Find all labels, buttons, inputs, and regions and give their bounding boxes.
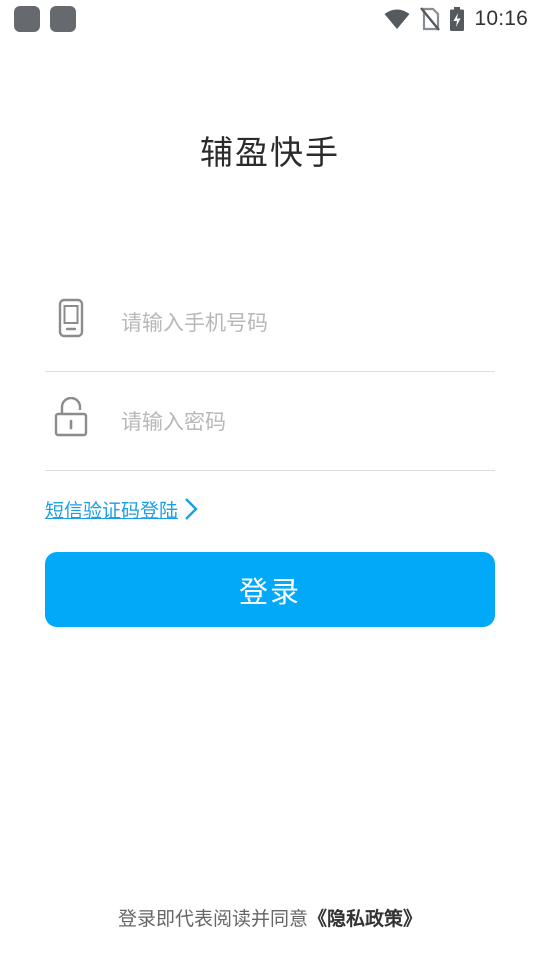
privacy-policy-link[interactable]: 《隐私政策》: [308, 908, 422, 930]
phone-icon: [58, 298, 84, 338]
agreement-text: 登录即代表阅读并同意《隐私政策》: [0, 904, 540, 931]
notification-icon: [14, 6, 40, 32]
phone-field-row: [45, 272, 495, 372]
login-screen: 10:16 辅盈快手 短信验证码登陆 登录 登录即代表阅读并同意《隐私政策》: [0, 0, 540, 960]
status-bar: 10:16: [0, 0, 540, 38]
sms-login-label: 短信验证码登陆: [45, 499, 179, 522]
no-sim-icon: [420, 7, 441, 31]
chevron-right-icon: [185, 498, 198, 520]
status-time: 10:16: [474, 7, 528, 30]
wifi-icon: [384, 9, 410, 29]
sms-login-link[interactable]: 短信验证码登陆: [45, 495, 198, 523]
agreement-prefix: 登录即代表阅读并同意: [117, 908, 308, 930]
lock-icon: [54, 397, 88, 437]
notification-icon: [50, 6, 76, 32]
battery-charging-icon: [450, 7, 465, 31]
phone-input[interactable]: [121, 298, 481, 348]
app-title: 辅盈快手: [200, 133, 340, 172]
login-button[interactable]: 登录: [45, 552, 495, 627]
password-field-row: [45, 371, 495, 471]
password-input[interactable]: [121, 397, 481, 447]
status-icons: 10:16: [384, 5, 528, 33]
